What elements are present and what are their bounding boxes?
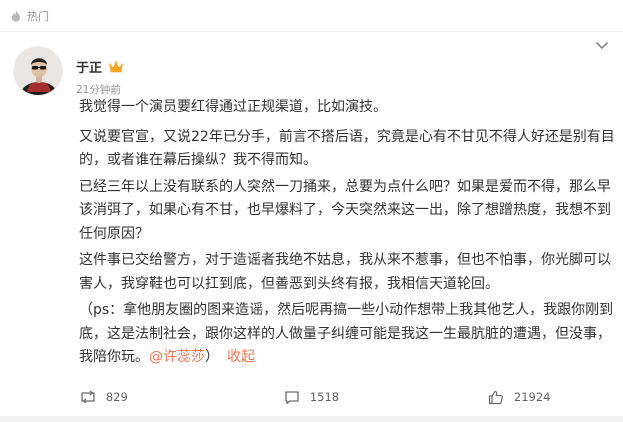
- vip-crown-icon[interactable]: [108, 60, 124, 74]
- repost-button[interactable]: 829: [0, 382, 208, 412]
- comment-icon: [285, 390, 299, 404]
- avatar[interactable]: [13, 46, 63, 96]
- comment-count: 1518: [309, 390, 340, 404]
- post-paragraph: 又说要官宣，又说22年已分手，前言不搭后语，究竟是心有不甘见不得人好还是别有目的…: [79, 128, 615, 169]
- like-icon: [488, 390, 503, 404]
- repost-icon: [81, 390, 95, 404]
- mention-link[interactable]: @许蕊莎: [149, 349, 205, 365]
- divider: [0, 416, 623, 422]
- closing-paren: ）: [205, 349, 219, 365]
- post-paragraph: 我觉得一个演员要红得通过正规渠道，比如演技。: [79, 99, 387, 115]
- post-content: 我觉得一个演员要红得通过正规渠道，比如演技。 又说要官宣，又说22年已分手，前言…: [79, 96, 617, 370]
- post-time: 21分钟前: [76, 84, 121, 96]
- like-count: 21924: [513, 390, 551, 404]
- hot-icon: [12, 10, 20, 21]
- like-button[interactable]: 21924: [415, 382, 623, 412]
- post-paragraph: 已经三年以上没有联系的人突然一刀捅来，总要为点什么吧？如果是爱而不得，那么早该消…: [79, 178, 611, 242]
- post-paragraph: 这件事已交给警方，对于造谣者我绝不姑息，我从来不惹事，但也不怕事，你光脚可以害人…: [79, 252, 611, 292]
- author-name[interactable]: 于正: [76, 57, 102, 76]
- action-bar: 829 1518 21924: [0, 382, 623, 412]
- hot-label: 热门: [27, 9, 49, 23]
- hot-header: 热门: [0, 0, 623, 32]
- repost-count: 829: [105, 390, 128, 404]
- comment-button[interactable]: 1518: [208, 382, 416, 412]
- more-icon[interactable]: [595, 40, 609, 52]
- post-paragraph-last: （ps：拿他朋友圈的图来造谣，然后呢再搞一些小动作想带上我其他艺人，我跟你刚到底…: [79, 299, 617, 370]
- collapse-link[interactable]: 收起: [227, 349, 255, 365]
